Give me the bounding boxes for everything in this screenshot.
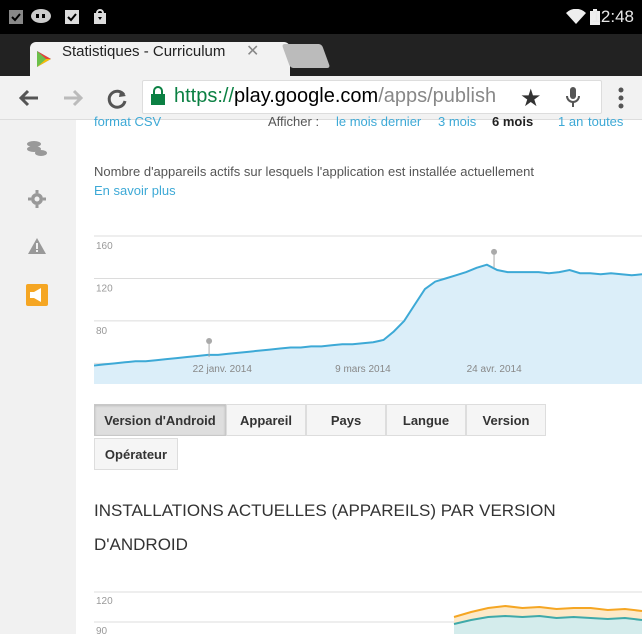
y-tick-label: 120 <box>96 596 113 607</box>
tab-app-version[interactable]: Version <box>466 404 546 436</box>
back-arrow-icon[interactable] <box>18 88 40 108</box>
shopping-bag-notification-icon <box>94 9 106 24</box>
y-tick-label: 80 <box>96 326 108 337</box>
range-1-year[interactable]: 1 an <box>558 114 583 129</box>
annotation-marker[interactable] <box>491 248 498 255</box>
x-tick-label: 24 avr. 2014 <box>467 364 522 375</box>
play-store-icon <box>37 51 51 67</box>
sidebar <box>0 120 76 634</box>
checklist-notification-icon <box>65 10 79 24</box>
tab-close-icon[interactable]: ✕ <box>246 41 259 61</box>
tab-carrier[interactable]: Opérateur <box>94 438 178 470</box>
export-csv-link[interactable]: format CSV <box>94 114 161 129</box>
clock: 12:48 <box>591 7 634 26</box>
section-heading: INSTALLATIONS ACTUELLES (APPAREILS) PAR … <box>94 501 556 554</box>
learn-more-link[interactable]: En savoir plus <box>94 183 176 198</box>
reload-icon[interactable] <box>106 88 128 110</box>
tab-country[interactable]: Pays <box>306 404 386 436</box>
x-tick-label: 9 mars 2014 <box>335 364 391 375</box>
status-bar: 12:48 <box>0 0 642 34</box>
annotation-marker[interactable] <box>206 338 213 345</box>
hangouts-notification-icon <box>31 9 51 23</box>
range-last-month[interactable]: le mois dernier <box>336 114 421 129</box>
y-tick-label: 120 <box>96 283 113 294</box>
range-3-months[interactable]: 3 mois <box>438 114 476 129</box>
checkbox-notification-icon <box>9 10 23 24</box>
active-devices-chart: 408012016022 janv. 20149 mars 201424 avr… <box>94 228 642 384</box>
warning-icon[interactable] <box>28 238 46 254</box>
range-all[interactable]: toutes <box>588 114 623 129</box>
new-tab-button[interactable] <box>281 44 331 68</box>
y-tick-label: 160 <box>96 241 113 252</box>
settings-gear-icon[interactable] <box>28 190 46 208</box>
chart-description: Nombre d'appareils actifs sur lesquels l… <box>94 164 534 179</box>
android-version-chart: 90 120 <box>94 591 642 634</box>
y-tick-label: 90 <box>96 626 108 634</box>
coins-icon[interactable] <box>26 140 48 158</box>
microphone-icon[interactable] <box>566 86 580 110</box>
range-6-months[interactable]: 6 mois <box>492 114 533 129</box>
overflow-menu-icon[interactable] <box>618 86 624 110</box>
bookmark-star-icon[interactable]: ★ <box>520 84 542 113</box>
show-label: Afficher : <box>268 114 320 129</box>
wifi-icon <box>566 9 586 24</box>
lock-icon <box>151 86 165 105</box>
announcements-icon[interactable] <box>26 284 48 306</box>
tab-device[interactable]: Appareil <box>226 404 306 436</box>
url-text[interactable]: https://play.google.com/apps/publish <box>174 85 514 108</box>
x-tick-label: 22 janv. 2014 <box>193 364 253 375</box>
tab-language[interactable]: Langue <box>386 404 466 436</box>
main-content: format CSV Afficher : le mois dernier 3 … <box>76 114 642 634</box>
forward-arrow-icon[interactable] <box>62 88 84 108</box>
tab-title: Statistiques - Curriculum <box>62 43 226 60</box>
tab-android-version[interactable]: Version d'Android <box>94 404 226 436</box>
